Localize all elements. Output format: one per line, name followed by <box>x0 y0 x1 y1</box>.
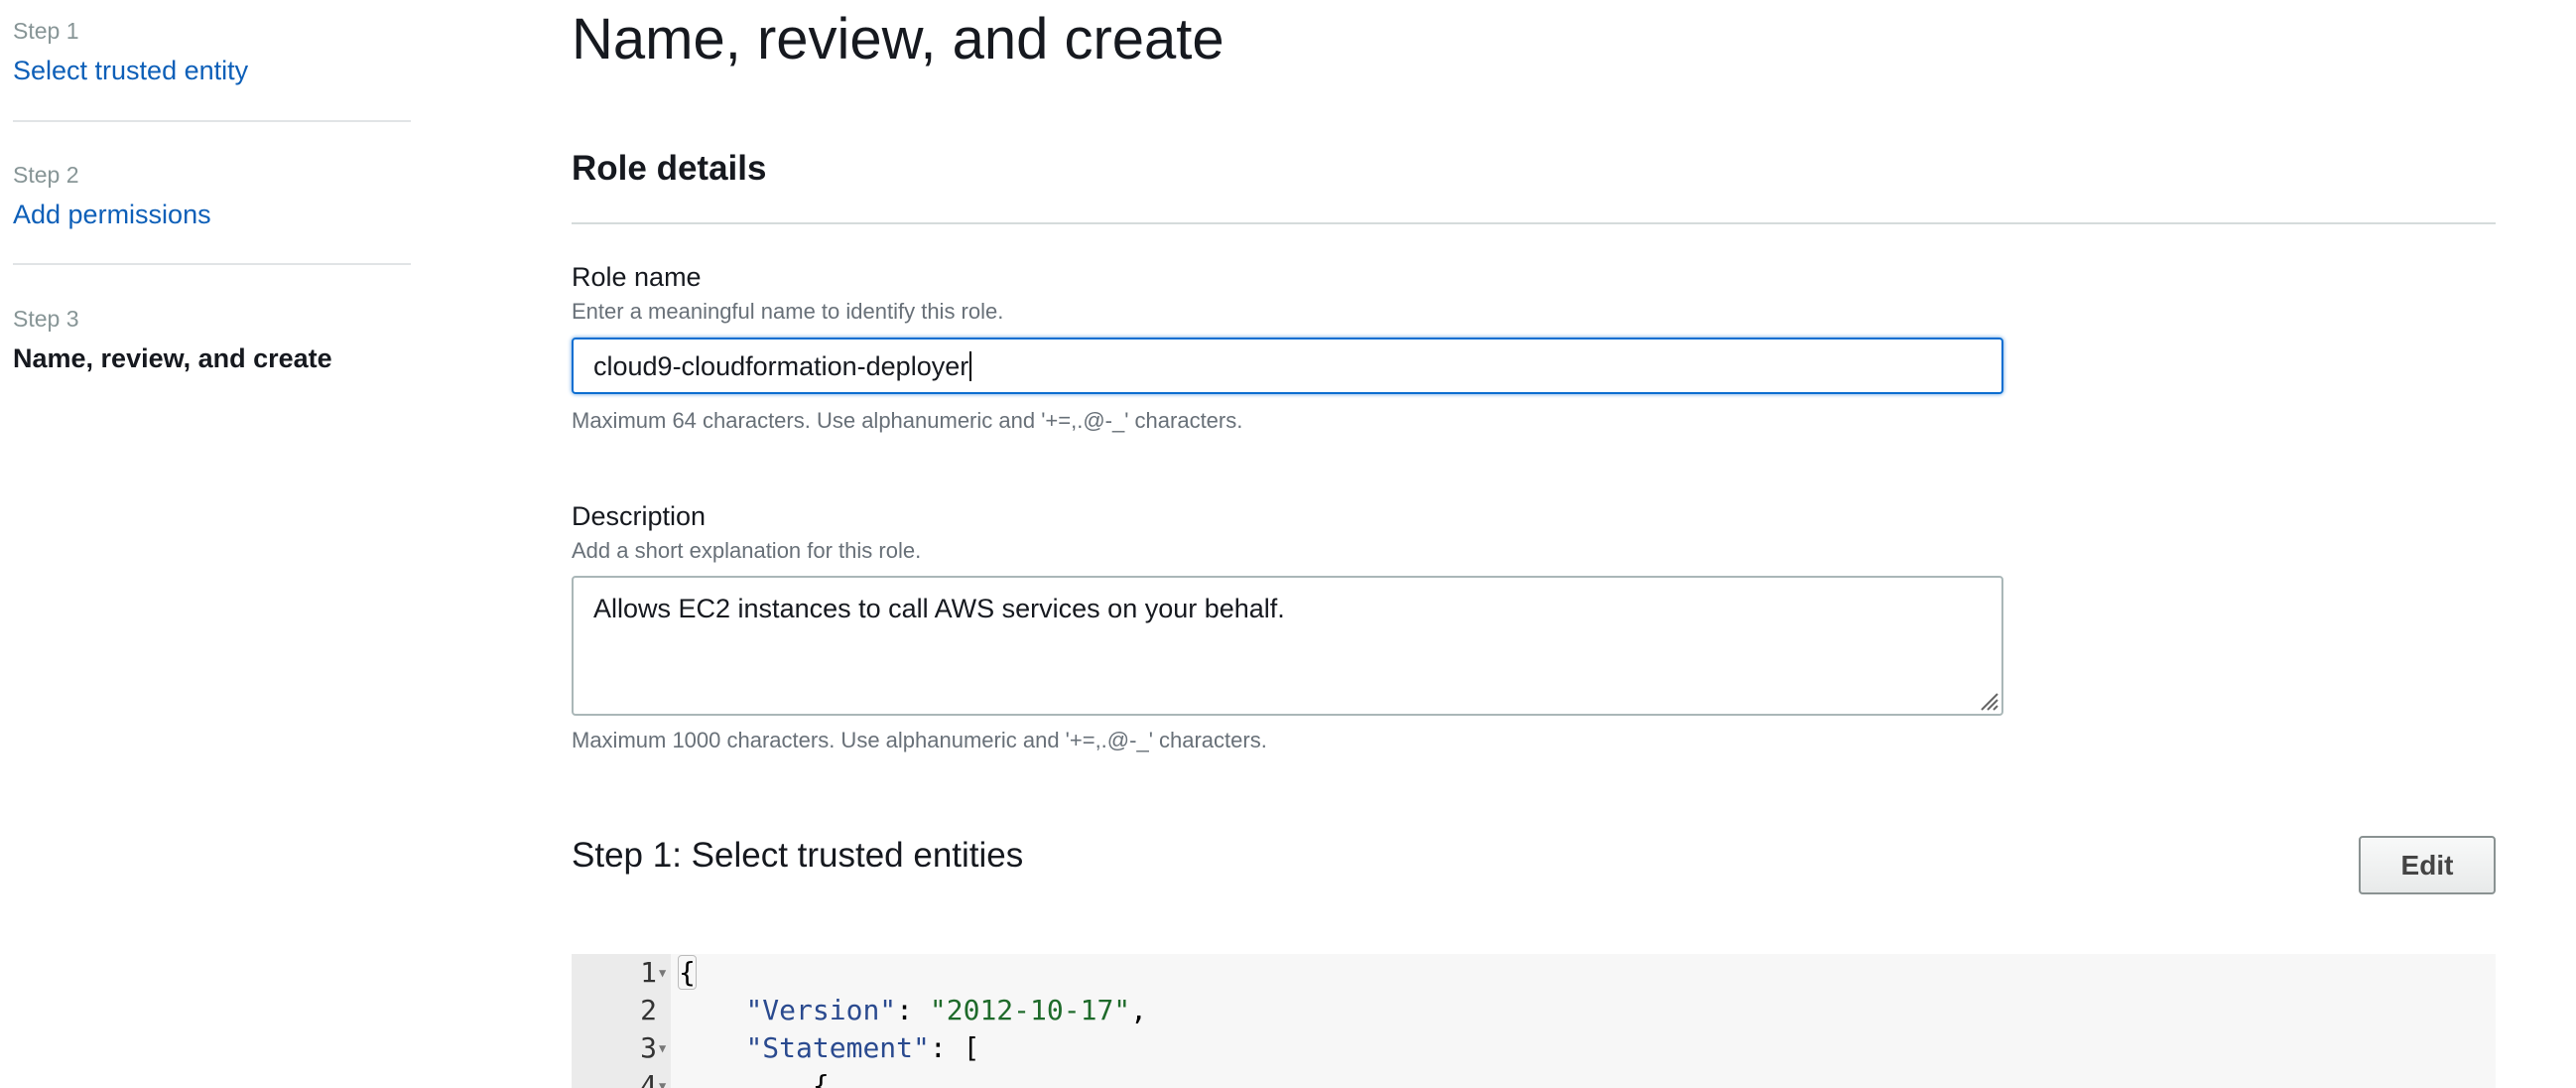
code-token: { <box>678 955 697 990</box>
divider <box>13 120 411 122</box>
code-string: "2012-10-17" <box>929 994 1131 1026</box>
code-token: : [ <box>929 1031 980 1064</box>
page-title: Name, review, and create <box>572 7 1224 71</box>
role-details-heading: Role details <box>572 149 767 188</box>
step-3-label: Step 3 <box>13 306 79 332</box>
description-value: Allows EC2 instances to call AWS service… <box>593 594 1285 623</box>
line-number: 4 <box>640 1069 657 1088</box>
code-token: { <box>812 1069 830 1088</box>
code-token: , <box>1130 994 1148 1026</box>
trust-policy-editor[interactable]: 1 ▼ 2 3 ▼ 4 ▼ { "Version": "2012-10-17", "S… <box>572 954 2496 1088</box>
code-token: : <box>896 994 930 1026</box>
step-3-current: Name, review, and create <box>13 343 332 373</box>
divider <box>572 222 2496 224</box>
line-number: 1 <box>640 956 657 989</box>
edit-button[interactable]: Edit <box>2359 836 2496 894</box>
line-number: 3 <box>640 1031 657 1064</box>
step-1-label: Step 1 <box>13 18 79 44</box>
role-name-constraint: Maximum 64 characters. Use alphanumeric … <box>572 408 1243 433</box>
divider <box>13 263 411 265</box>
description-constraint: Maximum 1000 characters. Use alphanumeri… <box>572 728 1267 752</box>
role-name-label: Role name <box>572 262 702 292</box>
code-key: "Statement" <box>745 1031 930 1064</box>
description-textarea[interactable]: Allows EC2 instances to call AWS service… <box>572 576 2003 716</box>
description-label: Description <box>572 501 707 531</box>
line-number: 2 <box>640 994 657 1026</box>
fold-arrow-icon[interactable]: ▼ <box>659 1041 666 1055</box>
resize-handle-icon[interactable] <box>1978 690 1999 712</box>
step-1-link[interactable]: Select trusted entity <box>13 56 248 86</box>
code-key: "Version" <box>745 994 897 1026</box>
description-hint: Add a short explanation for this role. <box>572 538 922 563</box>
trusted-entities-heading: Step 1: Select trusted entities <box>572 836 1024 875</box>
step-2-link[interactable]: Add permissions <box>13 200 211 230</box>
fold-arrow-icon[interactable]: ▼ <box>659 1079 666 1088</box>
step-2-label: Step 2 <box>13 162 79 188</box>
fold-arrow-icon[interactable]: ▼ <box>659 966 666 980</box>
role-name-value: cloud9-cloudformation-deployer <box>593 351 969 381</box>
role-name-input[interactable]: cloud9-cloudformation-deployer <box>572 338 2003 394</box>
role-name-hint: Enter a meaningful name to identify this… <box>572 299 1004 324</box>
